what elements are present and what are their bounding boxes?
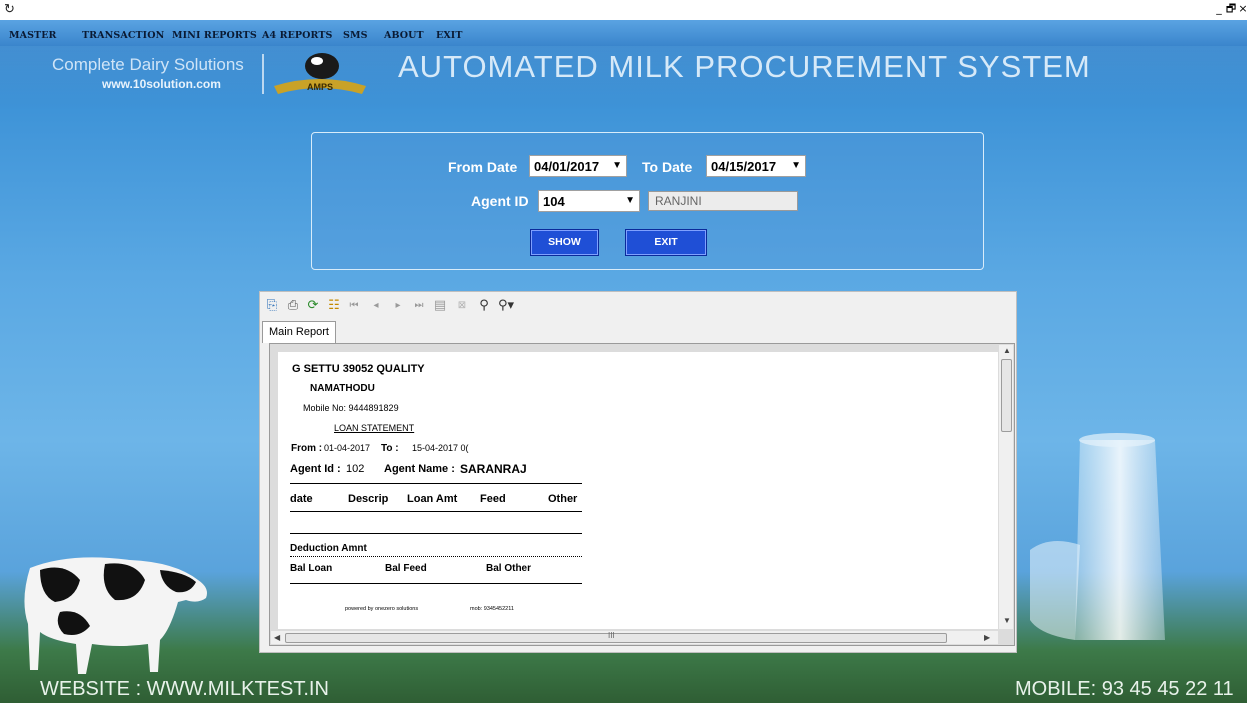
scroll-down-icon[interactable]: ▼ bbox=[1003, 616, 1011, 625]
report-from-label: From : bbox=[291, 443, 323, 454]
from-date-label: From Date bbox=[448, 159, 518, 175]
banner-divider bbox=[262, 54, 264, 94]
filter-panel: From Date 04/01/2017 ▼ To Date 04/15/201… bbox=[311, 132, 984, 270]
agent-id-label: Agent ID bbox=[471, 193, 529, 209]
previous-page-icon[interactable]: ◂ bbox=[368, 298, 384, 314]
last-page-icon[interactable]: ⏭ bbox=[411, 298, 427, 314]
column-header-feed: Feed bbox=[480, 493, 506, 505]
show-button[interactable]: SHOW bbox=[530, 229, 599, 256]
report-agent-id-label: Agent Id : bbox=[290, 463, 341, 475]
column-header-loan-amt: Loan Amt bbox=[407, 493, 458, 505]
bal-other-label: Bal Other bbox=[486, 563, 532, 574]
refresh-icon[interactable]: ⟳ bbox=[305, 298, 321, 314]
to-date-label: To Date bbox=[642, 159, 693, 175]
menu-mini-reports[interactable]: MINI REPORTS bbox=[172, 30, 257, 41]
cow-image bbox=[24, 557, 208, 674]
menu-about[interactable]: ABOUT bbox=[384, 30, 424, 41]
menu-exit[interactable]: EXIT bbox=[436, 30, 463, 41]
agent-name-value: RANJINI bbox=[655, 194, 702, 208]
report-powered-by: powered by onezero solutions bbox=[345, 606, 419, 612]
scroll-left-icon[interactable]: ◀ bbox=[274, 633, 280, 642]
footer-website: WEBSITE : WWW.MILKTEST.IN bbox=[40, 678, 329, 700]
window-titlebar: ↻ _ 🗗 × bbox=[0, 0, 1247, 20]
report-mobile: Mobile No: 9444891829 bbox=[303, 403, 399, 413]
column-header-date: date bbox=[290, 493, 313, 505]
bal-loan-label: Bal Loan bbox=[290, 563, 333, 574]
scroll-up-icon[interactable]: ▲ bbox=[1003, 346, 1011, 355]
agent-id-select[interactable]: 104 ▼ bbox=[538, 190, 640, 212]
milk-glass-image bbox=[1030, 433, 1165, 640]
report-rule bbox=[290, 511, 582, 512]
footer-mobile: MOBILE: 93 45 45 22 11 bbox=[1015, 678, 1234, 700]
column-header-descrip: Descrip bbox=[348, 493, 389, 505]
report-to-label: To : bbox=[381, 443, 399, 454]
exit-button[interactable]: EXIT bbox=[625, 229, 707, 256]
deduction-label: Deduction Amnt bbox=[290, 543, 367, 554]
vertical-scroll-thumb[interactable] bbox=[1001, 359, 1012, 432]
agent-id-value: 104 bbox=[543, 194, 565, 209]
menu-bar: MASTER TRANSACTION MINI REPORTS A4 REPOR… bbox=[0, 20, 1247, 46]
app-icon[interactable]: ↻ bbox=[4, 2, 18, 16]
first-page-icon[interactable]: ⏮ bbox=[346, 298, 362, 314]
report-to-value: 15-04-2017 0( bbox=[412, 443, 469, 453]
report-heading: LOAN STATEMENT bbox=[334, 423, 415, 433]
banner-tagline: Complete Dairy Solutions bbox=[52, 55, 244, 74]
to-date-picker[interactable]: 04/15/2017 ▼ bbox=[706, 155, 806, 177]
zoom-icon[interactable]: ⚲▾ bbox=[498, 298, 514, 314]
vertical-scrollbar[interactable]: ▲ ▼ bbox=[998, 345, 1013, 629]
menu-transaction[interactable]: TRANSACTION bbox=[82, 30, 164, 41]
report-rule bbox=[290, 533, 582, 534]
amps-logo: AMPS bbox=[274, 53, 366, 94]
report-header-line2: NAMATHODU bbox=[310, 383, 375, 394]
viewer-toolbar: ⎘ ⎙ ⟳ ☷ ⏮ ◂ ▸ ⏭ ▤ ⊠ ⚲ ⚲▾ bbox=[260, 292, 1016, 320]
report-agent-name-label: Agent Name : bbox=[384, 463, 455, 475]
report-header-line1: G SETTU 39052 QUALITY bbox=[292, 363, 425, 375]
scroll-right-icon[interactable]: ▶ bbox=[984, 633, 990, 642]
agent-name-field[interactable]: RANJINI bbox=[648, 191, 798, 211]
report-from-value: 01-04-2017 bbox=[324, 443, 371, 453]
to-date-value: 04/15/2017 bbox=[711, 159, 777, 174]
scroll-grip: III bbox=[608, 631, 615, 640]
group-tree-icon[interactable]: ☷ bbox=[326, 298, 342, 314]
column-header-other: Other bbox=[548, 493, 578, 505]
chevron-down-icon[interactable]: ▼ bbox=[612, 160, 622, 171]
minimize-button[interactable]: _ bbox=[1213, 2, 1225, 16]
from-date-picker[interactable]: 04/01/2017 ▼ bbox=[529, 155, 627, 177]
horizontal-scroll-thumb[interactable]: III bbox=[285, 631, 947, 643]
print-icon[interactable]: ⎙ bbox=[285, 298, 301, 314]
report-frame: G SETTU 39052 QUALITY NAMATHODU Mobile N… bbox=[269, 343, 1015, 646]
menu-sms[interactable]: SMS bbox=[343, 30, 368, 41]
horizontal-scrollbar[interactable]: ◀ III ▶ bbox=[271, 630, 998, 644]
tab-main-report[interactable]: Main Report bbox=[262, 321, 336, 343]
chevron-down-icon[interactable]: ▼ bbox=[791, 160, 801, 171]
menu-master[interactable]: MASTER bbox=[9, 30, 57, 41]
report-page: G SETTU 39052 QUALITY NAMATHODU Mobile N… bbox=[278, 352, 1003, 629]
restore-button[interactable]: 🗗 bbox=[1225, 2, 1237, 16]
chevron-down-icon[interactable]: ▼ bbox=[625, 195, 635, 206]
banner-url: www.10solution.com bbox=[102, 77, 221, 91]
search-icon[interactable]: ⚲ bbox=[476, 298, 492, 314]
report-powered-mobile: mob: 9345452211 bbox=[470, 606, 514, 612]
report-agent-name-value: SARANRAJ bbox=[460, 462, 527, 476]
report-rule bbox=[290, 583, 582, 584]
export-icon[interactable]: ⎘ bbox=[264, 298, 280, 314]
bal-feed-label: Bal Feed bbox=[385, 563, 427, 574]
next-page-icon[interactable]: ▸ bbox=[390, 298, 406, 314]
close-button[interactable]: × bbox=[1237, 2, 1247, 16]
report-viewer: ⎘ ⎙ ⟳ ☷ ⏮ ◂ ▸ ⏭ ▤ ⊠ ⚲ ⚲▾ Main Report G S… bbox=[259, 291, 1017, 653]
report-dotted-rule bbox=[290, 556, 582, 557]
logo-text: AMPS bbox=[307, 82, 333, 92]
report-agent-id-value: 102 bbox=[346, 463, 365, 475]
goto-page-icon[interactable]: ▤ bbox=[432, 298, 448, 314]
report-rule bbox=[290, 483, 582, 484]
stop-icon[interactable]: ⊠ bbox=[454, 298, 470, 314]
menu-a4-reports[interactable]: A4 REPORTS bbox=[262, 30, 333, 41]
from-date-value: 04/01/2017 bbox=[534, 159, 600, 174]
app-title: AUTOMATED MILK PROCUREMENT SYSTEM bbox=[398, 49, 1091, 84]
